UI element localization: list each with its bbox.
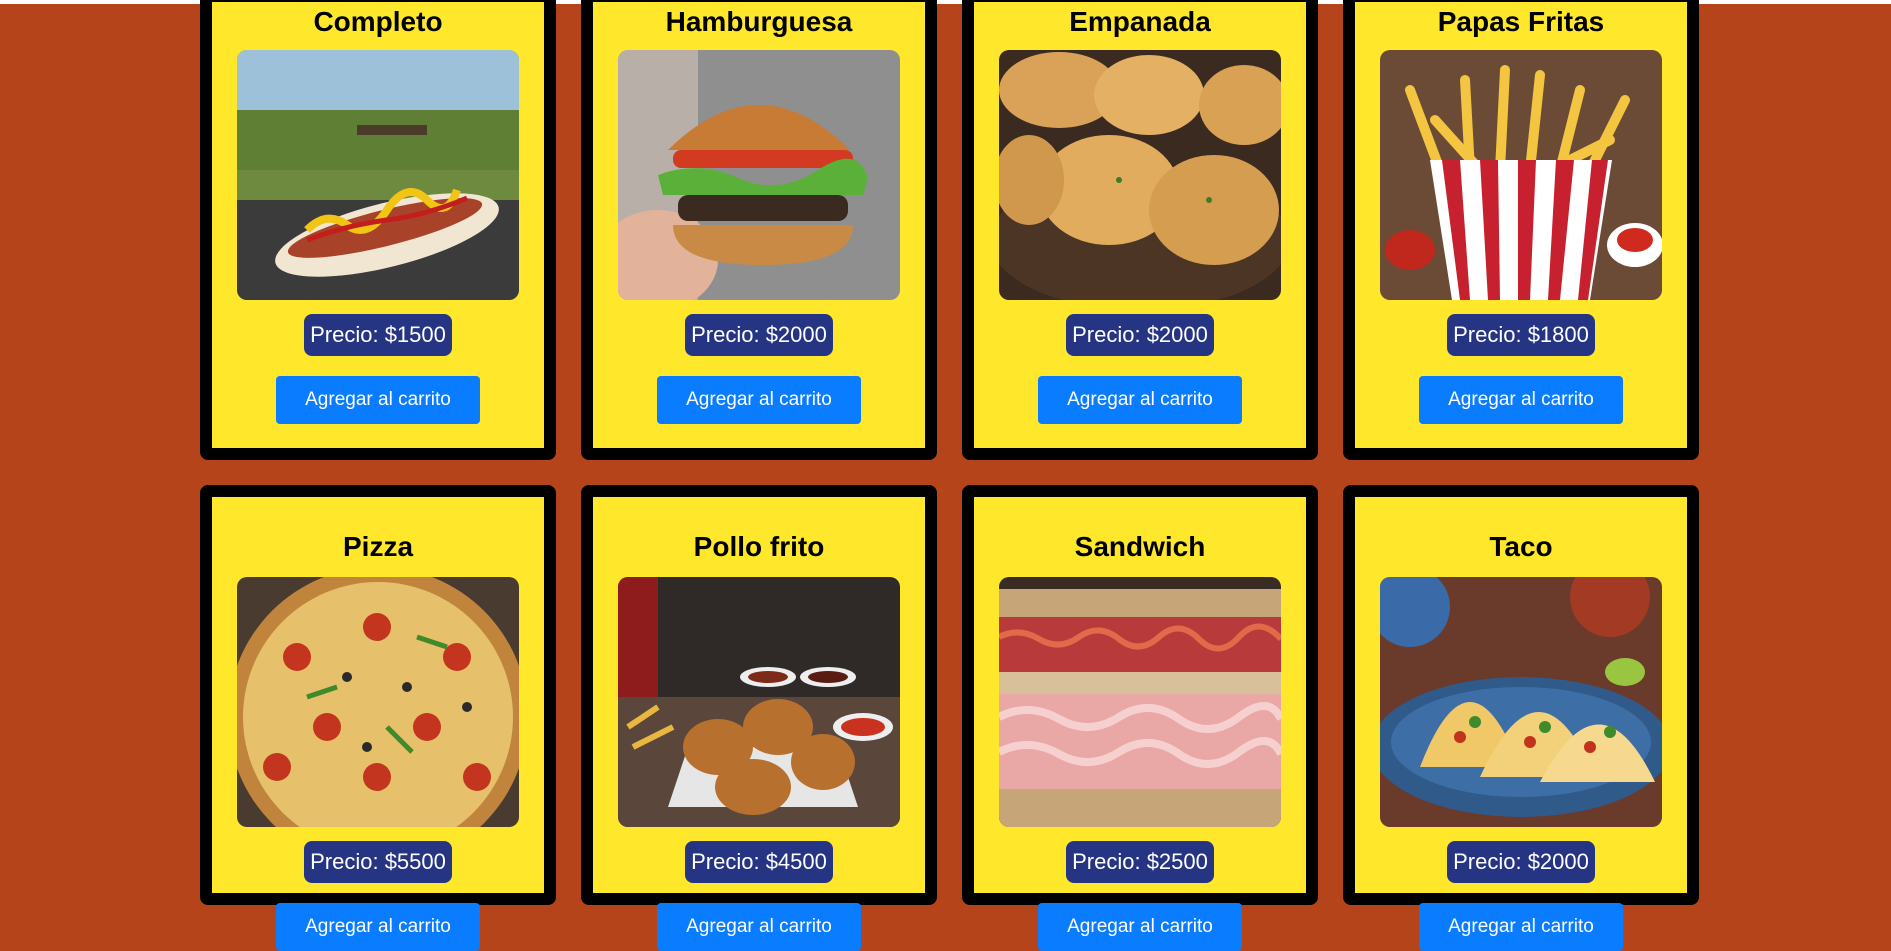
price-badge: Precio: $5500	[304, 841, 452, 883]
price-badge: Precio: $4500	[685, 841, 833, 883]
product-title: Hamburguesa	[665, 6, 853, 37]
product-image-fried-chicken	[618, 577, 900, 827]
price-badge: Precio: $2000	[1066, 314, 1214, 356]
product-card-pollo-frito: Pollo frito Precio: $4500 Agregar al car…	[581, 485, 937, 951]
product-image-pizza	[237, 577, 519, 827]
price-badge: Precio: $1500	[304, 314, 452, 356]
product-image-taco	[1380, 577, 1662, 827]
product-title: Empanada	[1069, 6, 1211, 37]
product-title: Sandwich	[1074, 531, 1206, 562]
product-image-hotdog	[237, 50, 519, 300]
product-card-papas-fritas: Papas Fritas Precio: $1800 Agregar al ca…	[1343, 0, 1699, 460]
product-image-sandwich	[999, 577, 1281, 827]
add-to-cart-button[interactable]: Agregar al carrito	[657, 903, 861, 951]
product-card-completo: Completo Precio: $1500 Agregar al carrit…	[200, 0, 556, 460]
product-image-burger	[618, 50, 900, 300]
product-title: Pizza	[342, 531, 414, 562]
add-to-cart-button[interactable]: Agregar al carrito	[657, 376, 861, 424]
add-to-cart-button[interactable]: Agregar al carrito	[1419, 376, 1623, 424]
product-title: Papas Fritas	[1437, 6, 1605, 37]
price-badge: Precio: $2000	[685, 314, 833, 356]
add-to-cart-button[interactable]: Agregar al carrito	[276, 376, 480, 424]
price-badge: Precio: $1800	[1447, 314, 1595, 356]
product-card-pizza: Pizza Precio: $5500 Agregar al carrito	[200, 485, 556, 951]
add-to-cart-button[interactable]: Agregar al carrito	[276, 903, 480, 951]
product-image-empanada	[999, 50, 1281, 300]
product-card-hamburguesa: Hamburguesa Precio: $2000 Agregar al car…	[581, 0, 937, 460]
product-title: Pollo frito	[693, 531, 825, 562]
add-to-cart-button[interactable]: Agregar al carrito	[1038, 376, 1242, 424]
price-badge: Precio: $2000	[1447, 841, 1595, 883]
product-card-sandwich: Sandwich Precio: $2500 Agregar al carrit…	[962, 485, 1318, 951]
product-image-fries	[1380, 50, 1662, 300]
product-card-empanada: Empanada Precio: $2000 Agregar al carrit…	[962, 0, 1318, 460]
add-to-cart-button[interactable]: Agregar al carrito	[1419, 903, 1623, 951]
product-title: Completo	[313, 6, 443, 37]
product-title: Taco	[1489, 531, 1553, 562]
price-badge: Precio: $2500	[1066, 841, 1214, 883]
product-card-taco: Taco Precio: $2000 Agregar al carrito	[1343, 485, 1699, 951]
add-to-cart-button[interactable]: Agregar al carrito	[1038, 903, 1242, 951]
